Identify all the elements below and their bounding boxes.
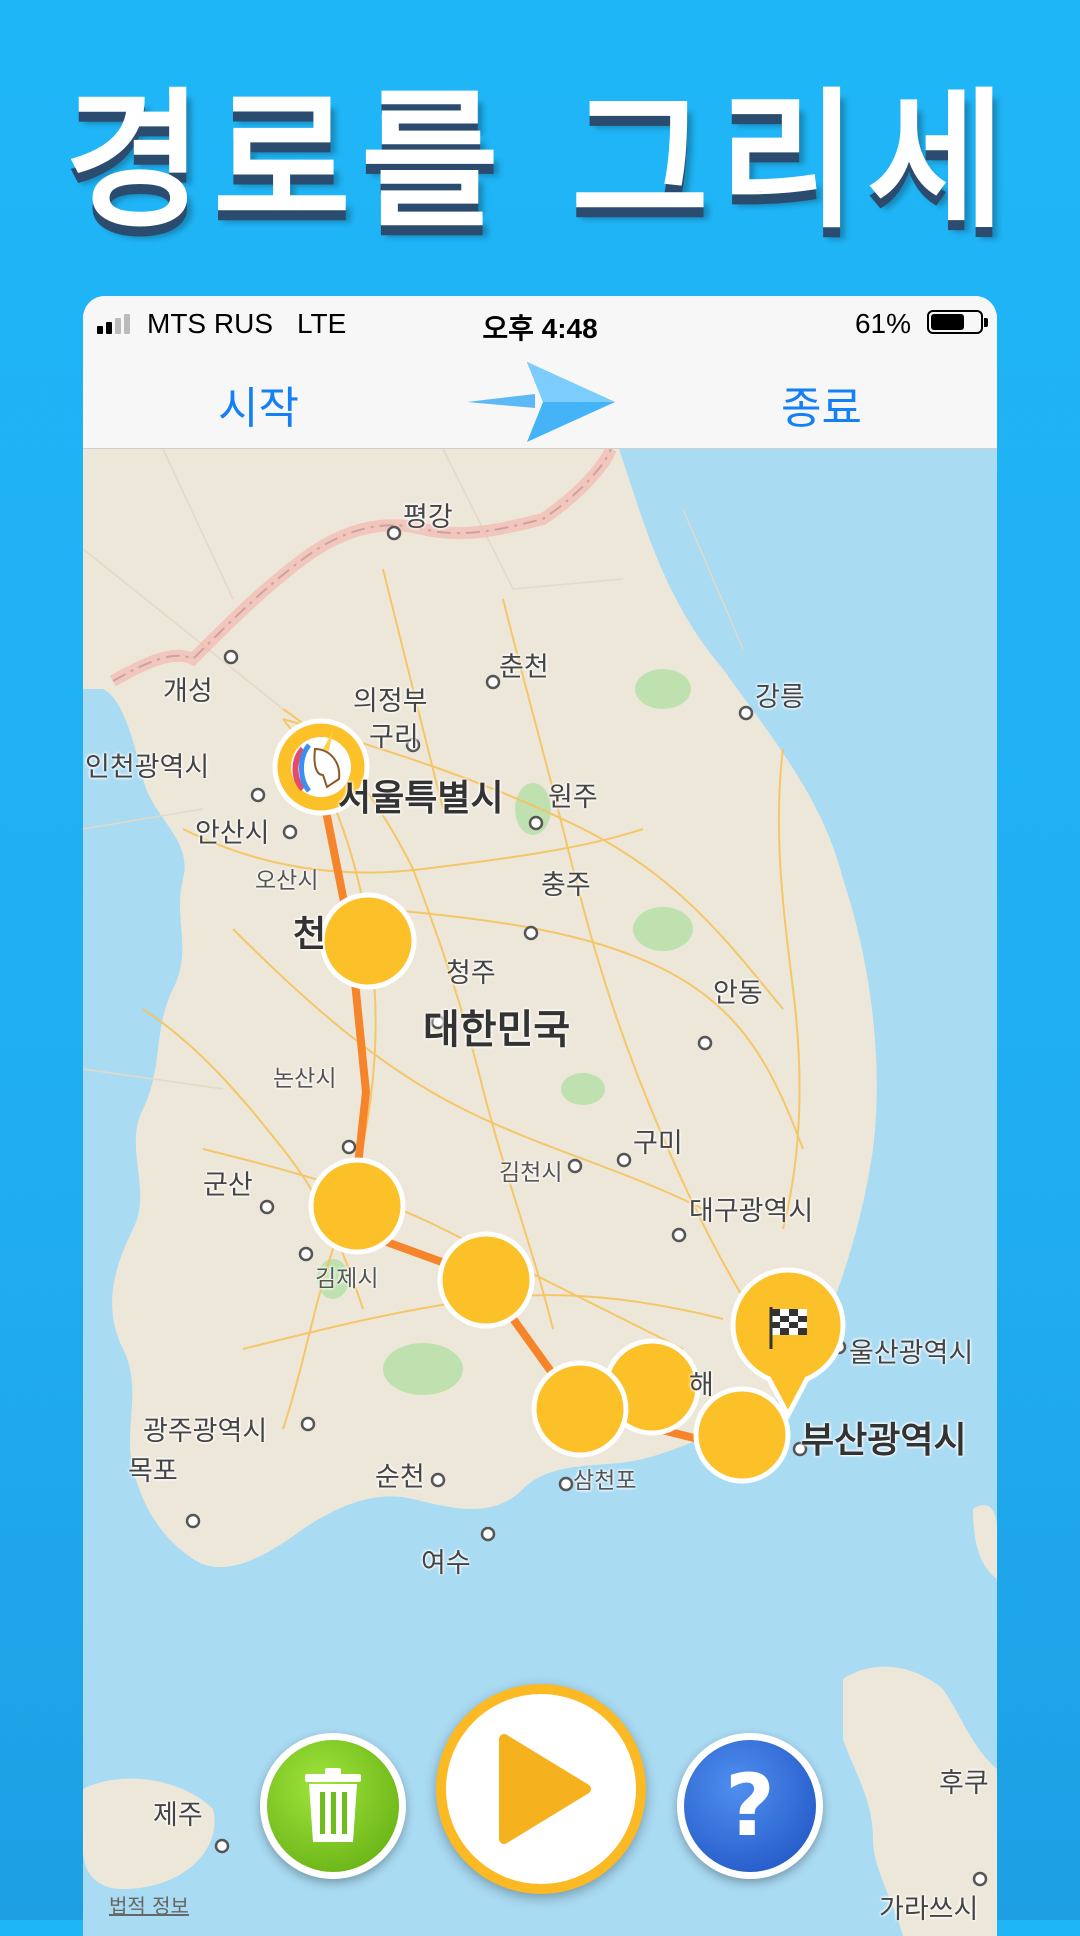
city-label: 가라쓰시 <box>879 1894 979 1925</box>
end-button[interactable]: 종료 <box>781 372 862 436</box>
city-label: 대한민국 <box>423 1007 571 1053</box>
city-label: 군산 <box>203 1170 253 1201</box>
city-label: 순천 <box>375 1462 425 1493</box>
city-label: 천 <box>293 914 327 955</box>
city-label: 삼천포 <box>573 1468 637 1494</box>
play-button[interactable] <box>436 1684 646 1894</box>
city-label: 의정부 <box>353 686 428 717</box>
city-label: 논산시 <box>273 1066 337 1092</box>
city-label: 여수 <box>421 1548 471 1579</box>
city-label: 개성 <box>163 676 213 707</box>
delete-route-button[interactable] <box>260 1733 406 1879</box>
city-label: 제주 <box>153 1800 203 1831</box>
city-label: 울산광역시 <box>849 1338 974 1369</box>
city-label: 오산시 <box>255 868 319 894</box>
city-label: 대구광역시 <box>689 1196 814 1227</box>
legal-link[interactable]: 법적 정보 <box>109 1890 189 1919</box>
trash-icon <box>305 1768 361 1842</box>
city-label: 김제시 <box>315 1266 379 1292</box>
help-button[interactable]: ? <box>677 1733 823 1879</box>
city-label: 평강 <box>403 502 453 533</box>
paper-plane-icon <box>467 362 615 442</box>
help-label: ? <box>725 1756 775 1856</box>
city-label: 후쿠 <box>939 1768 989 1799</box>
nav-bar: 시작 종료 <box>83 350 997 449</box>
city-label: 서울특별시 <box>338 778 504 819</box>
play-icon <box>499 1734 591 1844</box>
city-label: 청주 <box>446 958 496 989</box>
city-label: 춘천 <box>499 652 549 683</box>
city-label: 충주 <box>541 870 591 901</box>
city-label: 구리 <box>369 722 419 753</box>
city-label: 부산광역시 <box>801 1420 967 1461</box>
battery-percent: 61% <box>854 308 911 339</box>
city-label: 광주광역시 <box>143 1416 268 1447</box>
city-label: 구미 <box>633 1128 683 1159</box>
city-label: 안동 <box>713 978 763 1009</box>
city-label: 해 <box>689 1370 714 1401</box>
city-label: 안산시 <box>195 818 270 849</box>
city-label: 강릉 <box>755 682 805 713</box>
status-bar: MTS RUS LTE 오후 4:48 61% <box>83 296 997 350</box>
start-button[interactable]: 시작 <box>218 372 299 436</box>
city-label: 목포 <box>128 1456 178 1487</box>
city-label: 김천시 <box>499 1160 563 1186</box>
battery-icon <box>927 310 988 334</box>
city-label: 인천광역시 <box>85 752 210 783</box>
city-label: 원주 <box>548 782 598 813</box>
